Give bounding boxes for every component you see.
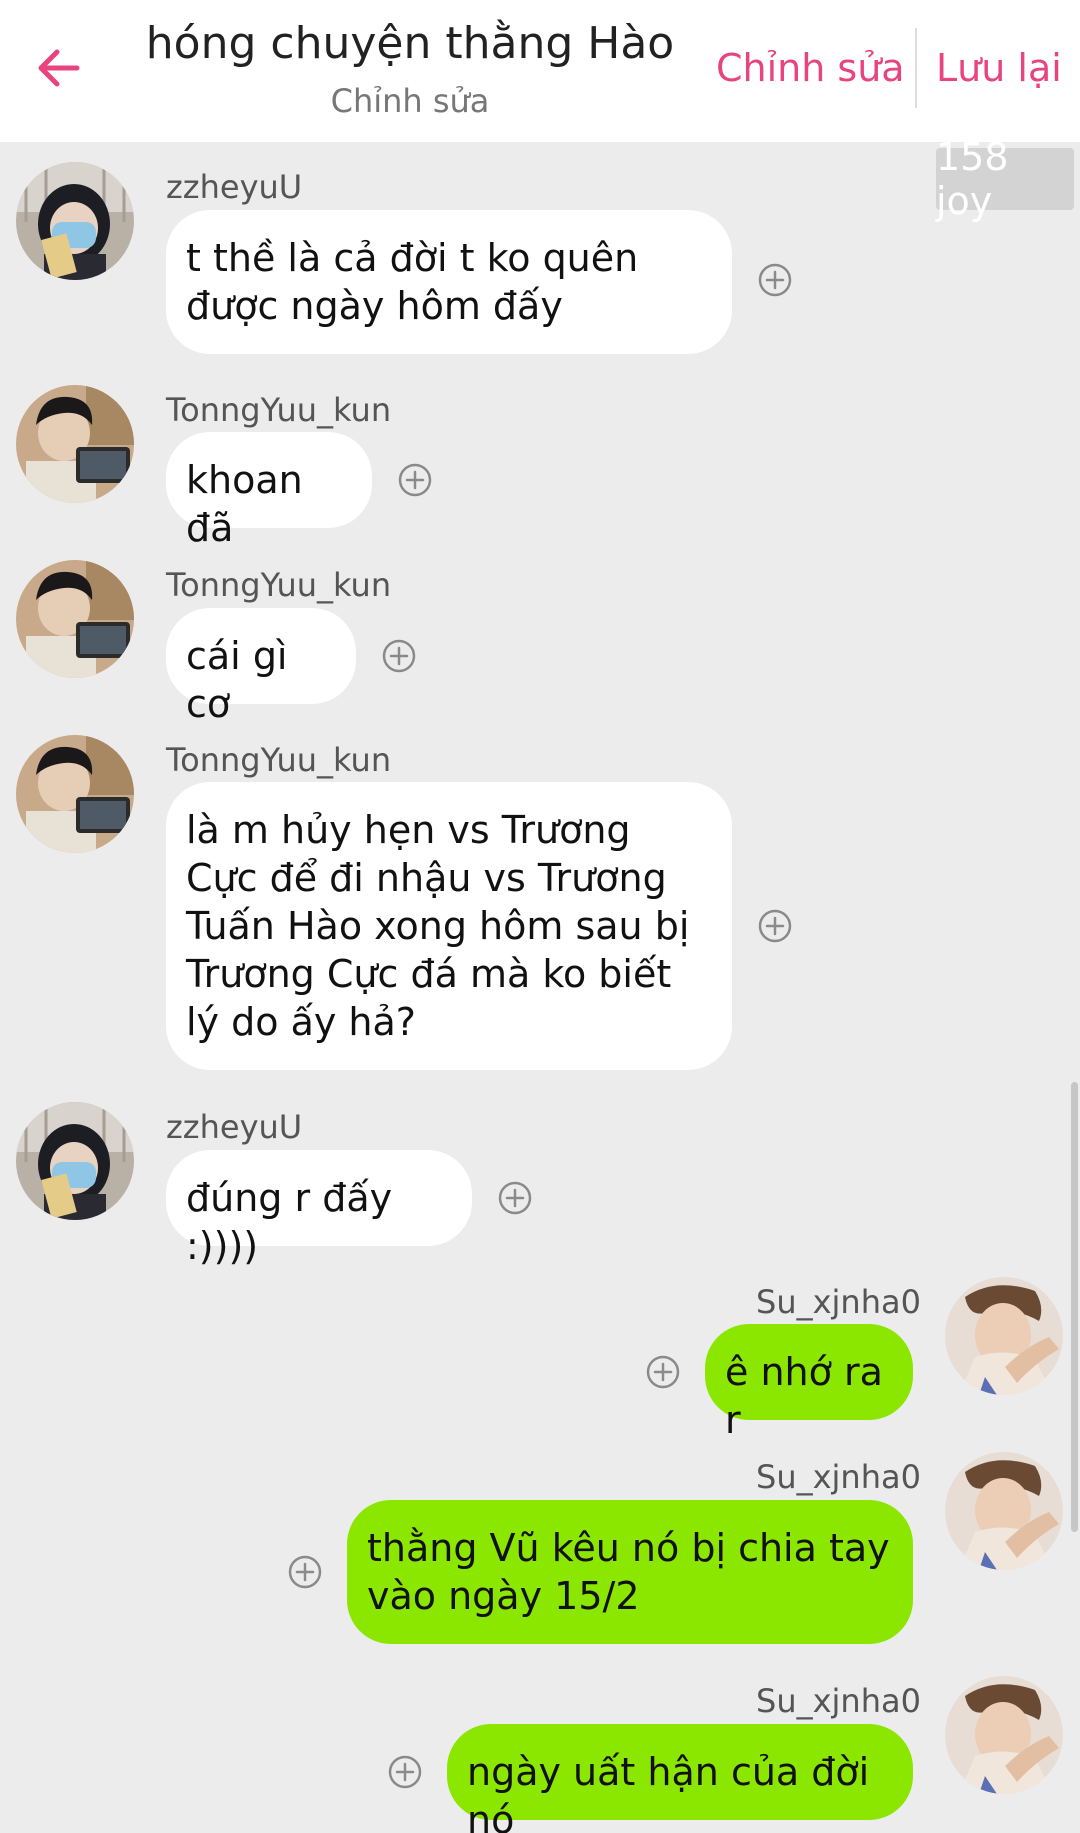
add-reaction-icon[interactable] (381, 638, 417, 674)
chat-title: hóng chuyện thằng Hào (145, 18, 675, 69)
message-bubble[interactable]: cái gì cơ (166, 608, 356, 726)
message-bubble[interactable]: t thề là cả đời t ko quên được ngày hôm … (166, 210, 732, 354)
sender-name: TonngYuu_kun (166, 391, 392, 429)
avatar[interactable] (16, 560, 134, 678)
chat-subtitle: Chỉnh sửa (330, 82, 490, 120)
avatar[interactable] (945, 1676, 1063, 1794)
joy-badge: 158 joy (936, 135, 1074, 223)
add-reaction-icon[interactable] (387, 1754, 423, 1790)
avatar[interactable] (16, 162, 134, 280)
avatar[interactable] (16, 1102, 134, 1220)
add-reaction-icon[interactable] (287, 1554, 323, 1590)
sender-name: zzheyuU (166, 1108, 303, 1146)
message-bubble[interactable]: ngày uất hận của đời nó (447, 1724, 913, 1833)
message-bubble[interactable]: ê nhớ ra r (705, 1324, 913, 1442)
sender-name: TonngYuu_kun (166, 741, 392, 779)
add-reaction-icon[interactable] (497, 1180, 533, 1216)
message-bubble[interactable]: đúng r đấy :)))) (166, 1150, 472, 1268)
scrollbar[interactable] (1071, 1082, 1078, 1532)
message-bubble[interactable]: thằng Vũ kêu nó bị chia tay vào ngày 15/… (347, 1500, 913, 1644)
avatar[interactable] (945, 1452, 1063, 1570)
add-reaction-icon[interactable] (757, 908, 793, 944)
sender-name: zzheyuU (166, 168, 303, 206)
avatar[interactable] (16, 385, 134, 503)
add-reaction-icon[interactable] (757, 262, 793, 298)
top-bar: hóng chuyện thằng Hào Chỉnh sửa Chỉnh sử… (0, 0, 1080, 142)
edit-button[interactable]: Chỉnh sửa (716, 46, 905, 90)
add-reaction-icon[interactable] (397, 462, 433, 498)
sender-name: Su_xjnha0 (756, 1682, 921, 1720)
message-bubble[interactable]: là m hủy hẹn vs Trương Cực để đi nhậu vs… (166, 782, 732, 1070)
back-button[interactable] (30, 40, 86, 96)
sender-name: TonngYuu_kun (166, 566, 392, 604)
sender-name: Su_xjnha0 (756, 1458, 921, 1496)
add-reaction-icon[interactable] (645, 1354, 681, 1390)
back-arrow-icon (38, 49, 80, 87)
avatar[interactable] (16, 735, 134, 853)
message-bubble[interactable]: khoan đã (166, 432, 372, 550)
avatar[interactable] (945, 1277, 1063, 1395)
header-divider (915, 28, 917, 108)
save-button[interactable]: Lưu lại (936, 46, 1062, 90)
sender-name: Su_xjnha0 (756, 1283, 921, 1321)
